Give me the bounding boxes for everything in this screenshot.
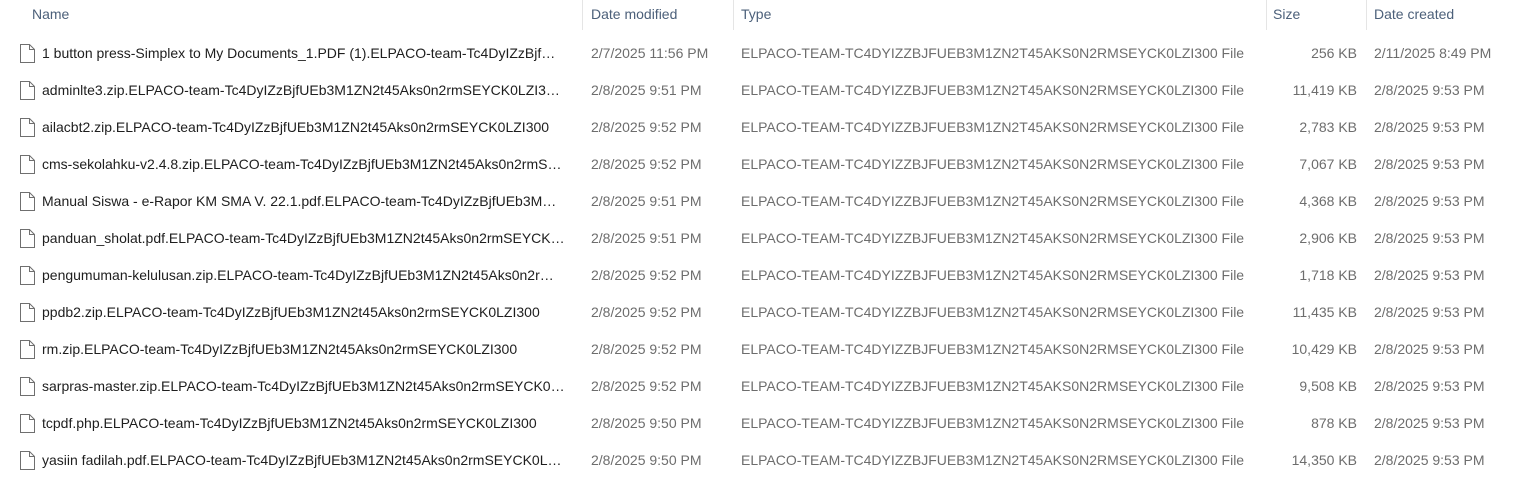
file-name[interactable]: pengumuman-kelulusan.zip.ELPACO-team-Tc4… [42, 257, 574, 294]
file-size: 9,508 KB [1299, 378, 1357, 394]
column-divider[interactable] [582, 0, 583, 30]
file-size: 2,783 KB [1299, 119, 1357, 135]
file-row[interactable]: ailacbt2.zip.ELPACO-team-Tc4DyIZzBjfUEb3… [0, 109, 1515, 146]
file-type: ELPACO-TEAM-TC4DYIZZBJFUEB3M1ZN2T45AKS0N… [741, 230, 1245, 246]
file-row[interactable]: tcpdf.php.ELPACO-team-Tc4DyIZzBjfUEb3M1Z… [0, 405, 1515, 442]
file-name[interactable]: panduan_sholat.pdf.ELPACO-team-Tc4DyIZzB… [42, 220, 574, 257]
file-size: 7,067 KB [1299, 156, 1357, 172]
file-row[interactable]: pengumuman-kelulusan.zip.ELPACO-team-Tc4… [0, 257, 1515, 294]
file-date-modified: 2/7/2025 11:56 PM [591, 45, 709, 61]
blank-file-icon [19, 155, 35, 174]
file-name[interactable]: Manual Siswa - e-Rapor KM SMA V. 22.1.pd… [42, 183, 574, 220]
file-date-created: 2/8/2025 9:53 PM [1374, 193, 1485, 209]
file-date-created: 2/8/2025 9:53 PM [1374, 82, 1485, 98]
column-header-date-modified[interactable]: Date modified [584, 0, 732, 30]
blank-file-icon [19, 118, 35, 137]
blank-file-icon [19, 303, 35, 322]
file-date-created: 2/8/2025 9:53 PM [1374, 452, 1485, 468]
file-date-modified: 2/8/2025 9:50 PM [591, 452, 702, 468]
column-header-date-created[interactable]: Date created [1367, 0, 1515, 30]
file-name[interactable]: adminlte3.zip.ELPACO-team-Tc4DyIZzBjfUEb… [42, 72, 574, 109]
blank-file-icon [19, 266, 35, 285]
file-row[interactable]: panduan_sholat.pdf.ELPACO-team-Tc4DyIZzB… [0, 220, 1515, 257]
file-row[interactable]: rm.zip.ELPACO-team-Tc4DyIZzBjfUEb3M1ZN2t… [0, 331, 1515, 368]
file-date-created: 2/11/2025 8:49 PM [1374, 45, 1492, 61]
column-header-name[interactable]: Name [25, 0, 580, 30]
file-size: 2,906 KB [1299, 230, 1357, 246]
file-date-modified: 2/8/2025 9:52 PM [591, 267, 702, 283]
file-name[interactable]: rm.zip.ELPACO-team-Tc4DyIZzBjfUEb3M1ZN2t… [42, 331, 574, 368]
file-size: 11,419 KB [1292, 82, 1357, 98]
file-size: 878 KB [1311, 415, 1357, 431]
file-name[interactable]: cms-sekolahku-v2.4.8.zip.ELPACO-team-Tc4… [42, 146, 574, 183]
sort-chevron-icon: ⌃ [994, 0, 1004, 7]
file-size: 14,350 KB [1291, 452, 1357, 468]
file-type: ELPACO-TEAM-TC4DYIZZBJFUEB3M1ZN2T45AKS0N… [741, 452, 1245, 468]
blank-file-icon [19, 377, 35, 396]
blank-file-icon [19, 81, 35, 100]
file-date-modified: 2/8/2025 9:51 PM [591, 193, 702, 209]
file-type: ELPACO-TEAM-TC4DYIZZBJFUEB3M1ZN2T45AKS0N… [741, 156, 1245, 172]
file-row[interactable]: 1 button press-Simplex to My Documents_1… [0, 35, 1515, 72]
file-date-created: 2/8/2025 9:53 PM [1374, 156, 1485, 172]
file-date-created: 2/8/2025 9:53 PM [1374, 119, 1485, 135]
file-row[interactable]: ppdb2.zip.ELPACO-team-Tc4DyIZzBjfUEb3M1Z… [0, 294, 1515, 331]
file-size: 1,718 KB [1299, 267, 1357, 283]
file-type: ELPACO-TEAM-TC4DYIZZBJFUEB3M1ZN2T45AKS0N… [741, 304, 1245, 320]
file-row[interactable]: sarpras-master.zip.ELPACO-team-Tc4DyIZzB… [0, 368, 1515, 405]
file-date-created: 2/8/2025 9:53 PM [1374, 378, 1485, 394]
column-header-row: Name Date modified Type ⌃ Size Date crea… [0, 0, 1515, 30]
file-size: 11,435 KB [1292, 304, 1357, 320]
file-date-created: 2/8/2025 9:53 PM [1374, 267, 1485, 283]
file-type: ELPACO-TEAM-TC4DYIZZBJFUEB3M1ZN2T45AKS0N… [741, 267, 1245, 283]
file-date-created: 2/8/2025 9:53 PM [1374, 341, 1485, 357]
file-row[interactable]: yasiin fadilah.pdf.ELPACO-team-Tc4DyIZzB… [0, 442, 1515, 477]
file-row[interactable]: Manual Siswa - e-Rapor KM SMA V. 22.1.pd… [0, 183, 1515, 220]
blank-file-icon [19, 192, 35, 211]
file-name[interactable]: ppdb2.zip.ELPACO-team-Tc4DyIZzBjfUEb3M1Z… [42, 294, 574, 331]
file-name[interactable]: sarpras-master.zip.ELPACO-team-Tc4DyIZzB… [42, 368, 574, 405]
file-row[interactable]: adminlte3.zip.ELPACO-team-Tc4DyIZzBjfUEb… [0, 72, 1515, 109]
file-name[interactable]: yasiin fadilah.pdf.ELPACO-team-Tc4DyIZzB… [42, 442, 574, 477]
file-date-modified: 2/8/2025 9:51 PM [591, 230, 702, 246]
blank-file-icon [19, 451, 35, 470]
blank-file-icon [19, 229, 35, 248]
file-type: ELPACO-TEAM-TC4DYIZZBJFUEB3M1ZN2T45AKS0N… [741, 341, 1245, 357]
file-name[interactable]: tcpdf.php.ELPACO-team-Tc4DyIZzBjfUEb3M1Z… [42, 405, 574, 442]
file-type: ELPACO-TEAM-TC4DYIZZBJFUEB3M1ZN2T45AKS0N… [741, 193, 1245, 209]
file-size: 10,429 KB [1291, 341, 1357, 357]
file-type: ELPACO-TEAM-TC4DYIZZBJFUEB3M1ZN2T45AKS0N… [741, 45, 1245, 61]
file-date-modified: 2/8/2025 9:51 PM [591, 82, 702, 98]
file-size: 256 KB [1311, 45, 1357, 61]
blank-file-icon [19, 44, 35, 63]
file-type: ELPACO-TEAM-TC4DYIZZBJFUEB3M1ZN2T45AKS0N… [741, 415, 1245, 431]
file-row[interactable]: cms-sekolahku-v2.4.8.zip.ELPACO-team-Tc4… [0, 146, 1515, 183]
file-type: ELPACO-TEAM-TC4DYIZZBJFUEB3M1ZN2T45AKS0N… [741, 378, 1245, 394]
file-type: ELPACO-TEAM-TC4DYIZZBJFUEB3M1ZN2T45AKS0N… [741, 82, 1245, 98]
file-date-modified: 2/8/2025 9:50 PM [591, 415, 702, 431]
file-date-modified: 2/8/2025 9:52 PM [591, 341, 702, 357]
file-size: 4,368 KB [1299, 193, 1357, 209]
file-name[interactable]: 1 button press-Simplex to My Documents_1… [42, 35, 574, 72]
blank-file-icon [19, 340, 35, 359]
file-date-modified: 2/8/2025 9:52 PM [591, 378, 702, 394]
column-header-size[interactable]: Size [1266, 0, 1364, 30]
file-date-modified: 2/8/2025 9:52 PM [591, 304, 702, 320]
file-type: ELPACO-TEAM-TC4DYIZZBJFUEB3M1ZN2T45AKS0N… [741, 119, 1245, 135]
blank-file-icon [19, 414, 35, 433]
file-date-modified: 2/8/2025 9:52 PM [591, 156, 702, 172]
file-date-created: 2/8/2025 9:53 PM [1374, 304, 1485, 320]
file-date-modified: 2/8/2025 9:52 PM [591, 119, 702, 135]
file-date-created: 2/8/2025 9:53 PM [1374, 415, 1485, 431]
file-name[interactable]: ailacbt2.zip.ELPACO-team-Tc4DyIZzBjfUEb3… [42, 109, 574, 146]
file-list: 1 button press-Simplex to My Documents_1… [0, 35, 1515, 477]
file-date-created: 2/8/2025 9:53 PM [1374, 230, 1485, 246]
